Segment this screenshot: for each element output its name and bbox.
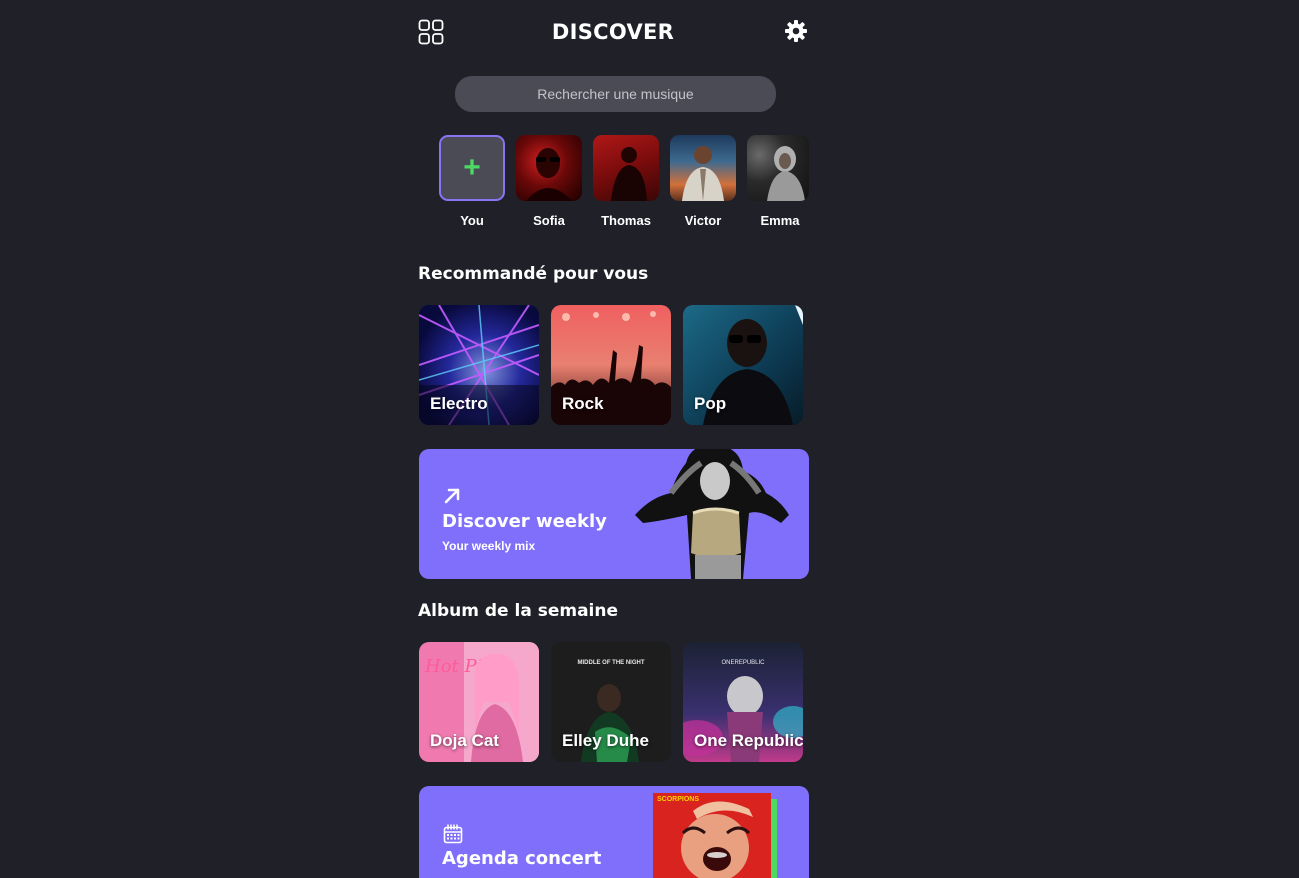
banner-subtitle: Your weekly mix xyxy=(442,539,536,553)
genre-tile-pop[interactable]: Pop xyxy=(683,305,803,425)
discover-screen: DISCOVER + You xyxy=(0,0,1299,878)
scorpions-album-cover: SCORPIONS xyxy=(653,793,777,878)
search-input[interactable] xyxy=(455,76,776,112)
avatar xyxy=(593,135,659,201)
grid-icon[interactable] xyxy=(418,19,444,45)
banner-title: Discover weekly xyxy=(442,511,607,532)
discover-weekly-banner[interactable]: Discover weekly Your weekly mix xyxy=(419,449,809,579)
person-silhouette xyxy=(611,147,647,201)
tile-label: One Republic xyxy=(694,731,803,750)
person-silhouette xyxy=(767,146,805,201)
svg-text:MIDDLE OF THE NIGHT: MIDDLE OF THE NIGHT xyxy=(578,660,645,666)
story-victor[interactable]: Victor xyxy=(670,135,736,228)
tile-label: Rock xyxy=(562,394,604,413)
person-silhouette xyxy=(526,148,572,201)
page-title: DISCOVER xyxy=(551,20,675,44)
tile-label: Electro xyxy=(430,394,488,413)
add-story-button[interactable]: + xyxy=(439,135,505,201)
svg-text:SCORPIONS: SCORPIONS xyxy=(657,796,699,803)
story-thomas[interactable]: Thomas xyxy=(593,135,659,228)
album-tile-one-republic[interactable]: ONEREPUBLIC One Republic xyxy=(683,642,803,762)
album-tile-elley-duhe[interactable]: MIDDLE OF THE NIGHT Elley Duhe xyxy=(551,642,671,762)
story-name: Victor xyxy=(684,213,722,228)
person-silhouette xyxy=(682,146,724,201)
plus-icon: + xyxy=(463,151,481,184)
tile-label: Elley Duhe xyxy=(562,731,649,750)
agenda-concert-banner[interactable]: Agenda concert SCORPIONS xyxy=(419,786,809,878)
story-you[interactable]: + You xyxy=(439,135,505,228)
genre-tile-rock[interactable]: Rock xyxy=(551,305,671,425)
arrow-up-right-icon xyxy=(444,488,460,504)
tile-label: Pop xyxy=(694,394,727,413)
section-title-recommended: Recommandé pour vous xyxy=(418,264,649,284)
story-name: Sofia xyxy=(533,213,565,228)
story-emma[interactable]: Emma xyxy=(747,135,813,228)
avatar xyxy=(670,135,736,201)
banner-title: Agenda concert xyxy=(442,848,602,869)
story-name: Thomas xyxy=(601,213,651,228)
album-tile-doja-cat[interactable]: Hot Pink Doja Cat xyxy=(419,642,539,762)
story-name: Emma xyxy=(760,213,800,228)
story-sofia[interactable]: Sofia xyxy=(516,135,582,228)
tile-label: Doja Cat xyxy=(430,731,499,750)
gear-icon[interactable] xyxy=(784,19,808,43)
svg-text:ONEREPUBLIC: ONEREPUBLIC xyxy=(721,660,765,666)
avatar xyxy=(516,135,582,201)
story-name: You xyxy=(460,213,484,228)
avatar xyxy=(747,135,809,201)
section-title-albums: Album de la semaine xyxy=(418,601,619,621)
artist-cutout-image xyxy=(635,449,789,579)
genre-tile-electro[interactable]: Electro xyxy=(419,305,539,425)
calendar-icon xyxy=(443,824,463,844)
